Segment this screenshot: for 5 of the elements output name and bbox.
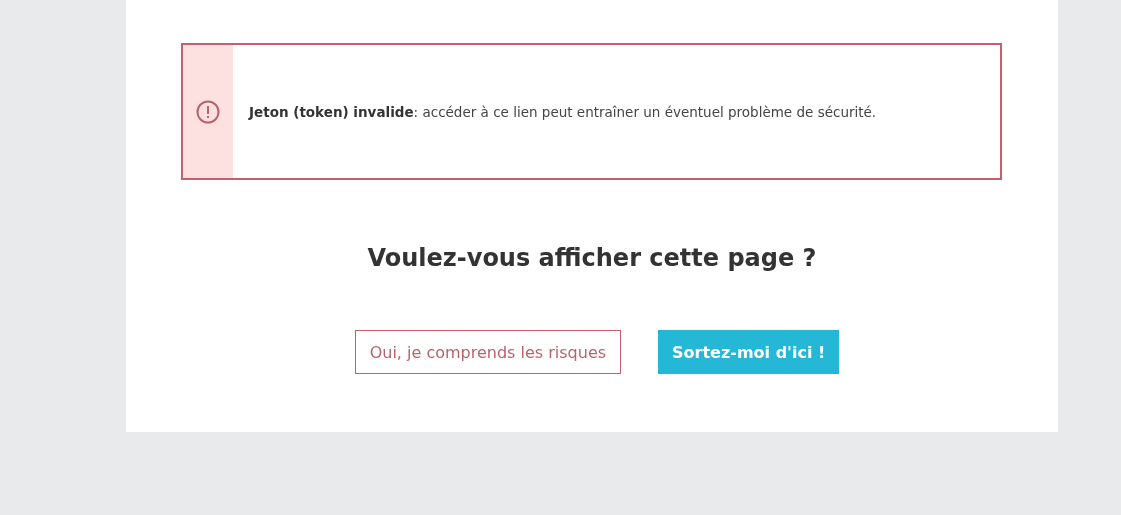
leave-button[interactable]: Sortez-moi d'ici ! [658,330,840,374]
alert-message: Jeton (token) invalide: accéder à ce lien peut entraîner un éventuel problème de sécurité. [249,103,877,120]
accept-risk-button[interactable]: Oui, je comprends les risques [354,330,622,374]
question-heading: Voulez-vous afficher cette page ? [366,243,818,274]
exclamation-icon [196,99,220,124]
